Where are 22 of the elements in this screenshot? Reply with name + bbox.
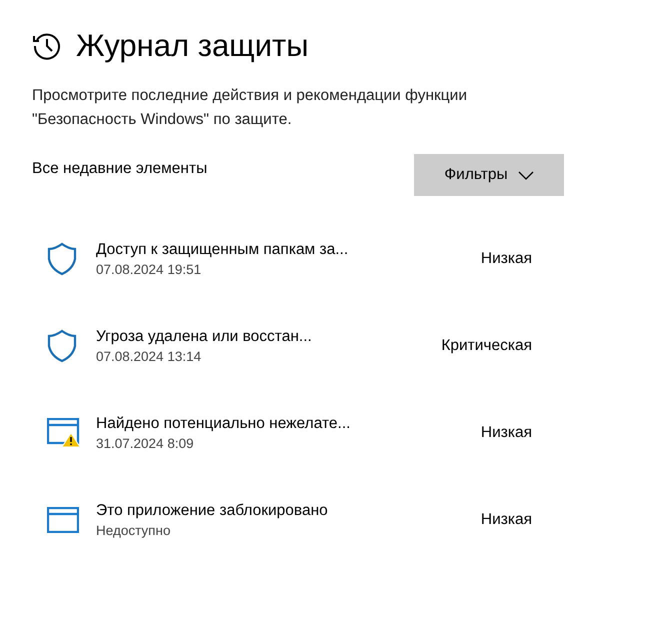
history-icon: [32, 31, 62, 61]
item-date: 07.08.2024 19:51: [96, 262, 202, 277]
severity-label: Критическая: [441, 337, 532, 355]
page-title: Журнал защиты: [76, 28, 308, 64]
window-icon: [47, 507, 79, 533]
item-date: 31.07.2024 8:09: [96, 436, 195, 451]
item-date: Недоступно: [96, 523, 172, 538]
severity-label: Низкая: [480, 511, 532, 529]
filter-button[interactable]: Фильтры: [414, 154, 564, 196]
severity-label: Низкая: [480, 250, 532, 268]
item-title[interactable]: Это приложение заблокировано: [96, 502, 396, 520]
item-title[interactable]: Доступ к защищенным папкам за...: [96, 241, 396, 259]
item-title[interactable]: Угроза удалена или восстан...: [96, 328, 396, 346]
severity-label: Низкая: [480, 424, 532, 442]
shield-icon: [47, 329, 77, 363]
list-header: Все недавние элементы: [32, 160, 208, 178]
shield-icon: [47, 242, 77, 276]
item-date: 07.08.2024 13:14: [96, 349, 202, 364]
caret-icon: [518, 170, 534, 180]
window-warning-icon: [47, 418, 81, 448]
page-description: Просмотрите последние действия и рекомендации функции "Безопасность Windows" по защите.: [32, 86, 468, 130]
item-title[interactable]: Найдено потенциально нежелате...: [96, 415, 396, 433]
